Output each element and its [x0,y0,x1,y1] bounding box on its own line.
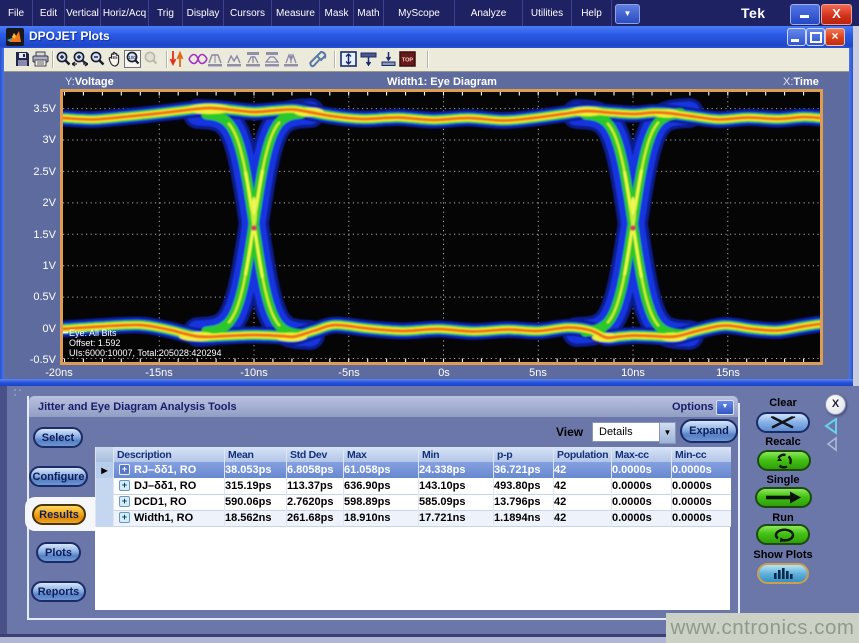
svg-text:Eye: All Bits: Eye: All Bits [69,328,117,338]
svg-text:100: 100 [128,55,136,60]
svg-text:Offset: 1.592: Offset: 1.592 [69,338,120,348]
svg-text:TOP: TOP [402,58,414,64]
svg-text:UIs:6000:10007, Total:205028:4: UIs:6000:10007, Total:205028:420294 [69,348,221,358]
